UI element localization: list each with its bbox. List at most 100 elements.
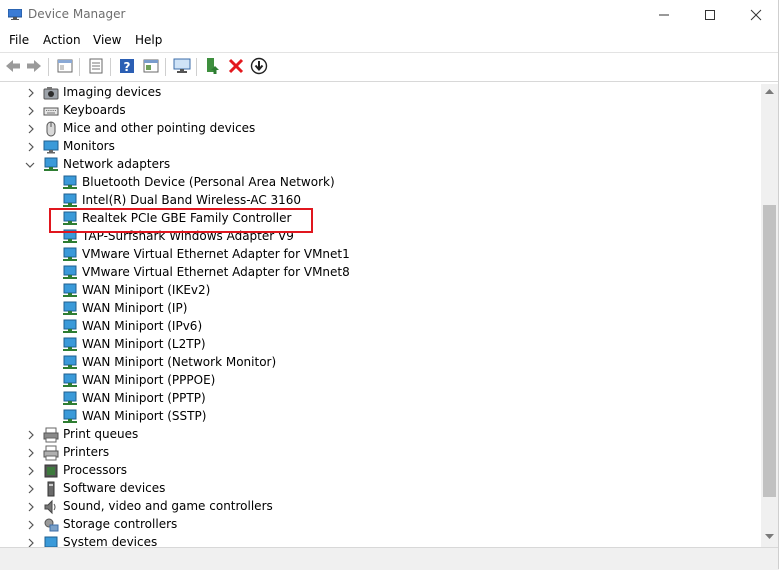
tree-leaf-label: Bluetooth Device (Personal Area Network)	[82, 175, 335, 189]
view-button[interactable]	[141, 56, 161, 76]
chevron-right-icon[interactable]	[26, 519, 36, 531]
tree-node-monitors[interactable]: Monitors	[0, 138, 760, 156]
tree-node-imaging-devices[interactable]: Imaging devices	[0, 84, 760, 102]
minimize-icon	[659, 14, 669, 16]
scroll-down-arrow-icon[interactable]	[765, 534, 774, 540]
view-icon	[143, 59, 159, 73]
chevron-right-icon[interactable]	[26, 501, 36, 513]
tree-node-label: Processors	[63, 463, 128, 477]
device-tree: Imaging devices Keyboards Mice and other…	[0, 84, 760, 547]
svg-text:?: ?	[124, 60, 131, 74]
network-adapter-icon	[63, 319, 77, 333]
tree-leaf-adapter[interactable]: WAN Miniport (IPv6)	[0, 318, 760, 336]
tree-node-label: Keyboards	[63, 103, 126, 117]
device-list-button[interactable]	[86, 56, 106, 76]
network-adapter-icon	[63, 391, 77, 405]
tree-leaf-adapter[interactable]: VMware Virtual Ethernet Adapter for VMne…	[0, 264, 760, 282]
update-driver-icon	[207, 58, 219, 74]
highlight-box	[49, 208, 313, 233]
network-adapter-icon	[63, 409, 77, 423]
scroll-up-arrow-icon[interactable]	[765, 88, 774, 94]
forward-arrow-icon	[27, 60, 41, 72]
properties-window-button[interactable]	[55, 56, 75, 76]
toolbar-separator	[79, 58, 80, 76]
close-button[interactable]	[733, 0, 779, 30]
tree-leaf-adapter[interactable]: Bluetooth Device (Personal Area Network)	[0, 174, 760, 192]
software-device-icon	[47, 481, 55, 497]
toolbar-separator	[165, 58, 166, 76]
tree-node-label: Imaging devices	[63, 85, 162, 99]
tree-leaf-adapter[interactable]: WAN Miniport (PPPOE)	[0, 372, 760, 390]
scrollbar-thumb[interactable]	[763, 205, 776, 497]
menu-file[interactable]: File	[9, 33, 29, 47]
chevron-right-icon[interactable]	[26, 483, 36, 495]
tree-leaf-label: WAN Miniport (PPPOE)	[82, 373, 216, 387]
tree-node-processors[interactable]: Processors	[0, 462, 760, 480]
enable-device-button[interactable]	[249, 56, 269, 76]
tree-node-label: Storage controllers	[63, 517, 178, 531]
printer-icon	[43, 445, 59, 461]
update-driver-button[interactable]	[203, 56, 223, 76]
tree-node-label: Software devices	[63, 481, 166, 495]
menu-bar: File Action View Help	[0, 30, 779, 53]
back-button[interactable]	[3, 56, 23, 76]
tree-node-label: Printers	[63, 445, 110, 459]
chevron-right-icon[interactable]	[26, 141, 36, 153]
tree-node-sound-video[interactable]: Sound, video and game controllers	[0, 498, 760, 516]
tree-node-label: Sound, video and game controllers	[63, 499, 273, 513]
network-adapter-icon	[63, 247, 77, 261]
tree-node-label: Monitors	[63, 139, 115, 153]
network-adapter-icon	[63, 283, 77, 297]
minimize-button[interactable]	[641, 0, 687, 30]
tree-node-print-queues[interactable]: Print queues	[0, 426, 760, 444]
tree-leaf-adapter[interactable]: WAN Miniport (PPTP)	[0, 390, 760, 408]
chevron-right-icon[interactable]	[26, 105, 36, 117]
menu-help[interactable]: Help	[135, 33, 162, 47]
tree-node-software-devices[interactable]: Software devices	[0, 480, 760, 498]
vertical-scrollbar[interactable]	[761, 84, 778, 547]
tree-node-label: Mice and other pointing devices	[63, 121, 256, 135]
tree-leaf-label: WAN Miniport (IPv6)	[82, 319, 203, 333]
chevron-right-icon[interactable]	[26, 429, 36, 441]
tree-node-storage-controllers[interactable]: Storage controllers	[0, 516, 760, 534]
print-queue-icon	[43, 427, 59, 443]
network-adapter-icon	[63, 355, 77, 369]
tree-node-keyboards[interactable]: Keyboards	[0, 102, 760, 120]
camera-icon	[43, 87, 59, 100]
tree-leaf-label: Intel(R) Dual Band Wireless-AC 3160	[82, 193, 302, 207]
uninstall-x-icon	[228, 58, 244, 74]
tree-leaf-label: WAN Miniport (IKEv2)	[82, 283, 211, 297]
chevron-right-icon[interactable]	[26, 465, 36, 477]
tree-node-printers[interactable]: Printers	[0, 444, 760, 462]
tree-node-label: Print queues	[63, 427, 139, 441]
tree-leaf-label: WAN Miniport (PPTP)	[82, 391, 206, 405]
tree-leaf-adapter[interactable]: WAN Miniport (IP)	[0, 300, 760, 318]
tree-leaf-adapter[interactable]: WAN Miniport (Network Monitor)	[0, 354, 760, 372]
chevron-right-icon[interactable]	[26, 447, 36, 459]
tree-leaf-label: VMware Virtual Ethernet Adapter for VMne…	[82, 247, 350, 261]
scan-hardware-button[interactable]	[172, 56, 192, 76]
menu-view[interactable]: View	[93, 33, 121, 47]
tree-leaf-adapter[interactable]: WAN Miniport (IKEv2)	[0, 282, 760, 300]
tree-leaf-adapter[interactable]: WAN Miniport (L2TP)	[0, 336, 760, 354]
uninstall-device-button[interactable]	[226, 56, 246, 76]
chevron-down-icon[interactable]	[25, 159, 35, 171]
system-device-icon	[44, 536, 58, 547]
status-bar	[0, 547, 779, 570]
tree-node-network-adapters[interactable]: Network adapters	[0, 156, 760, 174]
menu-action[interactable]: Action	[43, 33, 81, 47]
tree-leaf-adapter[interactable]: VMware Virtual Ethernet Adapter for VMne…	[0, 246, 760, 264]
chevron-right-icon[interactable]	[26, 87, 36, 99]
chevron-right-icon[interactable]	[26, 123, 36, 135]
monitor-scan-icon	[173, 58, 191, 73]
help-button[interactable]: ?	[117, 56, 137, 76]
tree-node-mice[interactable]: Mice and other pointing devices	[0, 120, 760, 138]
network-adapter-icon	[63, 193, 77, 207]
tree-node-system-devices[interactable]: System devices	[0, 534, 760, 547]
tree-leaf-adapter[interactable]: WAN Miniport (SSTP)	[0, 408, 760, 426]
chevron-right-icon[interactable]	[26, 537, 36, 547]
forward-button[interactable]	[24, 56, 44, 76]
keyboard-icon	[43, 107, 59, 116]
device-manager-app-icon	[8, 9, 22, 20]
maximize-button[interactable]	[687, 0, 733, 30]
